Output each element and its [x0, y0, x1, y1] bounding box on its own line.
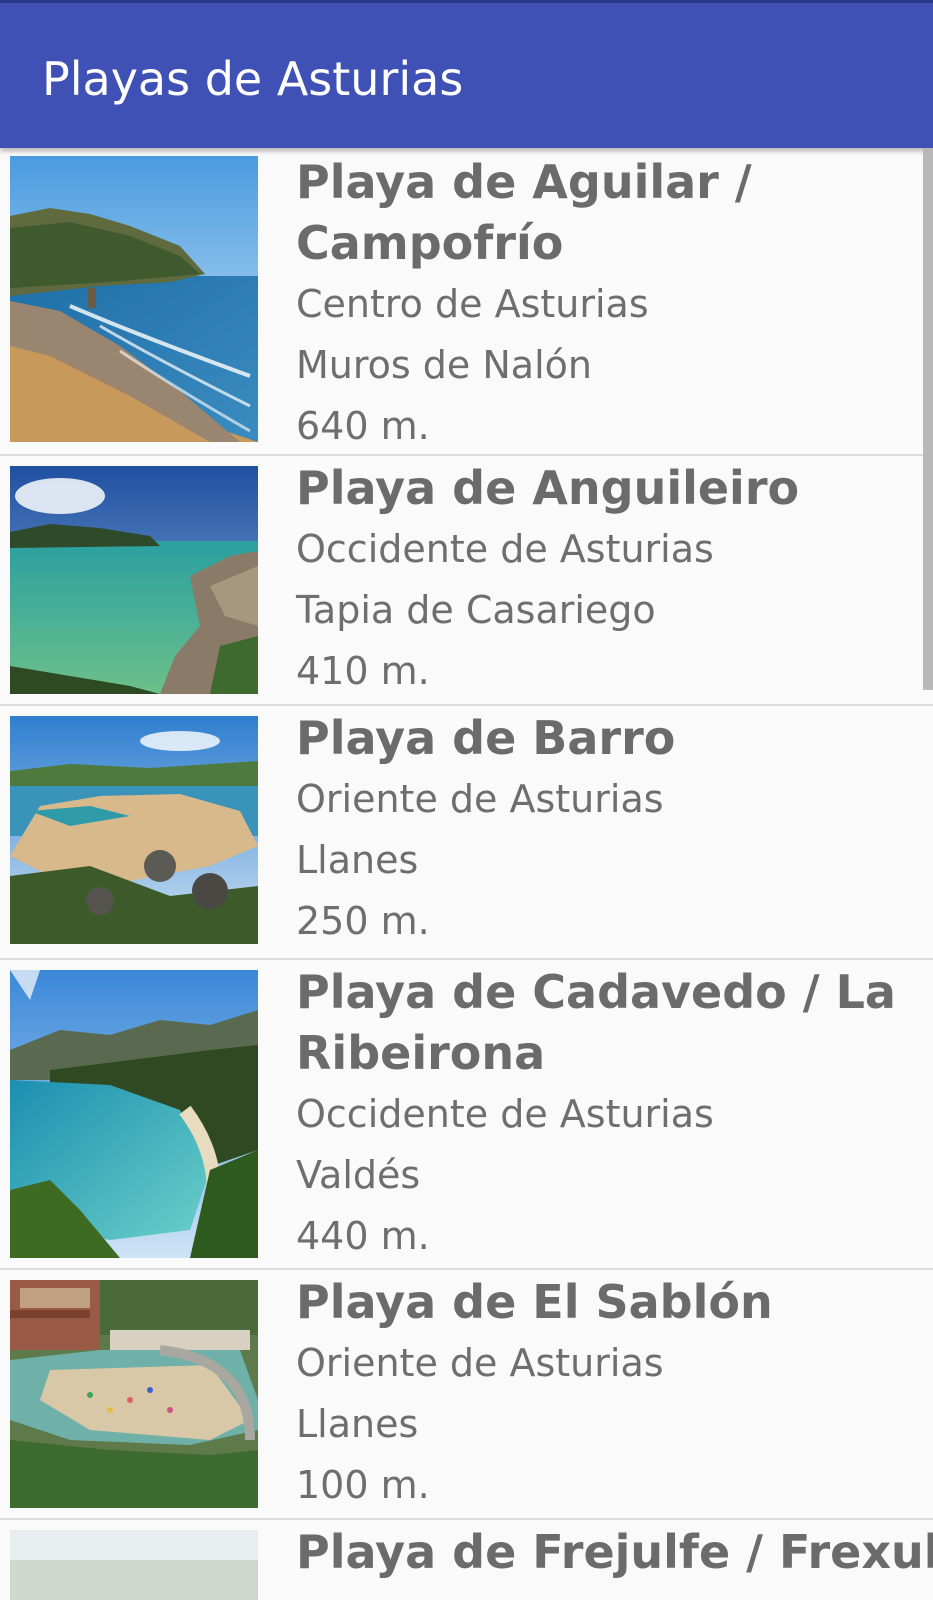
app-bar: Playas de Asturias — [0, 3, 933, 148]
beach-photo — [10, 1530, 258, 1600]
app-title: Playas de Asturias — [42, 52, 464, 106]
beach-zone: Occidente de Asturias — [296, 527, 714, 571]
beach-length: 100 m. — [296, 1463, 430, 1507]
beach-municipality: Llanes — [296, 838, 419, 882]
beach-info: Playa de Barro Oriente de Asturias Llane… — [296, 708, 917, 952]
beach-name: Playa de Barro — [296, 711, 676, 765]
beach-length: 410 m. — [296, 649, 430, 693]
beach-info: Playa de El Sablón Oriente de Asturias L… — [296, 1272, 917, 1516]
beach-length: 440 m. — [296, 1214, 430, 1258]
beach-info: Playa de Aguilar / Campofrío Centro de A… — [296, 152, 917, 457]
beach-photo — [10, 970, 258, 1258]
beach-zone: Occidente de Asturias — [296, 1092, 714, 1136]
list-item[interactable]: Playa de Aguilar / Campofrío Centro de A… — [0, 148, 933, 456]
beach-name: Playa de Anguileiro — [296, 461, 800, 515]
beach-municipality: Llanes — [296, 1402, 419, 1446]
beach-name: Playa de Frejulfe / Frexulfe — [296, 1525, 933, 1579]
beach-photo — [10, 156, 258, 442]
list-item[interactable]: Playa de Barro Oriente de Asturias Llane… — [0, 706, 933, 960]
list-item[interactable]: Playa de Frejulfe / Frexulfe — [0, 1520, 933, 1600]
beach-photo — [10, 716, 258, 944]
beach-zone: Oriente de Asturias — [296, 1341, 664, 1385]
beach-list[interactable]: Playa de Aguilar / Campofrío Centro de A… — [0, 148, 933, 1600]
beach-name: Playa de Cadavedo / La Ribeirona — [296, 965, 896, 1080]
beach-municipality: Valdés — [296, 1153, 421, 1197]
beach-length: 640 m. — [296, 404, 430, 448]
beach-zone: Oriente de Asturias — [296, 777, 664, 821]
beach-municipality: Muros de Nalón — [296, 343, 592, 387]
beach-name: Playa de El Sablón — [296, 1275, 773, 1329]
beach-zone: Centro de Asturias — [296, 282, 649, 326]
beach-name: Playa de Aguilar / Campofrío — [296, 155, 752, 270]
list-item[interactable]: Playa de Anguileiro Occidente de Asturia… — [0, 456, 933, 706]
beach-photo — [10, 466, 258, 694]
beach-info: Playa de Anguileiro Occidente de Asturia… — [296, 458, 917, 702]
list-item[interactable]: Playa de El Sablón Oriente de Asturias L… — [0, 1270, 933, 1520]
beach-photo — [10, 1280, 258, 1508]
beach-length: 250 m. — [296, 899, 430, 943]
beach-info: Playa de Cadavedo / La Ribeirona Occiden… — [296, 962, 917, 1267]
scrollbar[interactable] — [923, 148, 933, 690]
beach-info: Playa de Frejulfe / Frexulfe — [296, 1522, 933, 1583]
list-item[interactable]: Playa de Cadavedo / La Ribeirona Occiden… — [0, 960, 933, 1270]
beach-municipality: Tapia de Casariego — [296, 588, 656, 632]
